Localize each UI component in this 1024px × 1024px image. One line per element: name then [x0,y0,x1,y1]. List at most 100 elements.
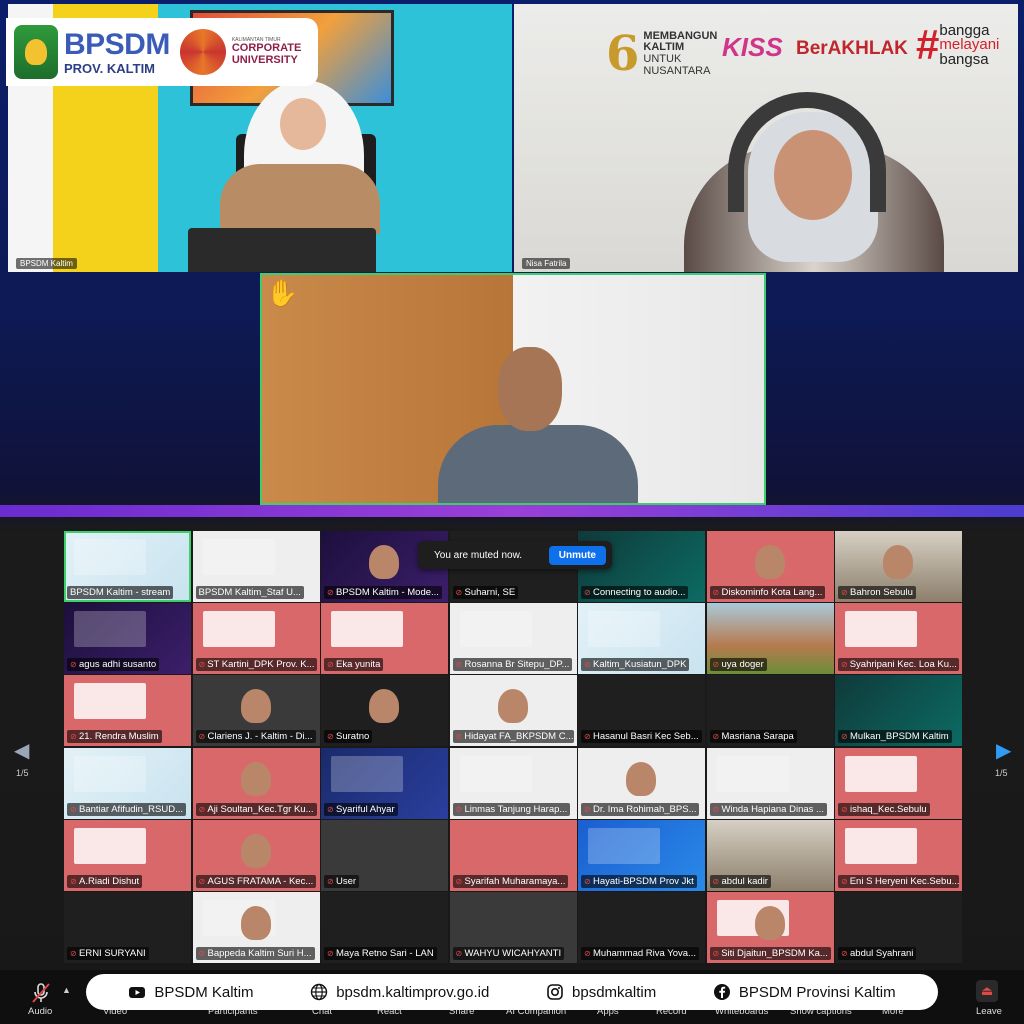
muted-mic-icon: ⊘ [712,804,720,814]
participant-name-label: ⊘ Bappeda Kaltim Suri H... [195,947,315,960]
participant-tile[interactable]: ⊘ ERNI SURYANI [64,892,191,963]
muted-mic-icon: ⊘ [198,949,206,958]
toolbar-leave[interactable]: Leave [976,1006,1002,1017]
toast-message: You are muted now. [434,549,523,561]
bangga-word-3: bangsa [939,50,989,68]
participant-name: Diskominfo Kota Lang... [721,587,823,598]
participant-tile[interactable]: ⊘ Clariens J. - Kaltim - Di... [192,675,320,747]
participant-name: Syariful Ahyar [336,803,395,815]
berakhlak-logo: BerAKHLAK [796,38,908,59]
participant-tile[interactable]: ⊘ 21. Rendra Muslim [64,675,191,747]
shared-slide-thumbnail [459,755,532,792]
participant-tile[interactable]: ⊘ AGUS FRATAMA - Kec... [192,819,320,891]
muted-mic-icon: ⊘ [198,660,206,670]
facebook-icon [713,984,730,1000]
participant-tile[interactable]: ⊘ agus adhi susanto [64,603,191,675]
corporate-university-icon [179,29,226,75]
participant-name: AGUS FRATAMA - Kec... [207,875,314,887]
participant-tile[interactable]: ⊘ Hayati-BPSDM Prov Jkt [578,819,705,891]
muted-mic-icon: ⊘ [841,732,848,742]
participant-tile[interactable]: ⊘ Dr. Ima Rohimah_BPS... [578,747,705,819]
participant-video-face [240,761,271,796]
participant-tile[interactable]: ⊘ Maya Retno Sari - LAN [321,892,448,963]
participant-tile[interactable]: ⊘ abdul kadir [706,819,834,891]
cu-line1: CORPORATE [231,42,302,55]
participant-name: Eni S Heryeni Kec.Sebu... [849,875,959,887]
participant-tile[interactable]: ⊘ Hasanul Basri Kec Seb... [578,675,705,747]
muted-microphone-icon[interactable] [30,982,52,1004]
participant-name: Hasanul Basri Kec Seb... [593,731,699,743]
participant-tile[interactable]: ⊘ Syariful Ahyar [321,747,448,819]
participant-tile[interactable]: ⊘ A.Riadi Dishut [64,819,191,891]
participant-tile[interactable]: ⊘ Siti Djaitun_BPSDM Ka... [706,892,834,963]
participant-tile[interactable]: ⊘ Rosanna Br Sitepu_DP... [449,603,577,675]
participant-name: Clariens J. - Kaltim - Di... [207,731,313,743]
participant-name: Dr. Ima Rohimah_BPS... [593,803,697,815]
sponsor-membangun-kaltim: 6 MEMBANGUN KALTIM UNTUK NUSANTARA [606,26,717,82]
participant-name: abdul kadir [721,875,768,887]
muted-mic-icon: ⊘ [841,876,848,886]
muted-mic-icon: ⊘ [455,732,463,742]
participant-tile[interactable]: ⊘ Muhammad Riva Yova... [578,892,705,963]
participant-name-label: ⊘ Aji Soultan_Kec.Tgr Ku... [195,802,317,816]
participant-name-label: ⊘ abdul kadir [709,874,771,888]
participant-tile[interactable]: ⊘ Masriana Sarapa [706,675,834,747]
muted-mic-icon: ⊘ [584,660,591,670]
participant-name-label: ⊘ Clariens J. - Kaltim - Di... [195,730,316,744]
muted-mic-icon: ⊘ [327,876,334,886]
participant-tile[interactable]: ⊘ Hidayat FA_BKPSDM C... [449,675,577,747]
participant-tile[interactable]: ⊘ Winda Hapiana Dinas ... [706,747,834,819]
participant-tile[interactable]: ⊘ uya doger [706,603,834,675]
participant-tile[interactable]: ⊘ Syarifah Muharamaya... [449,819,577,891]
muted-mic-icon: ⊘ [455,804,463,814]
participant-tile[interactable]: ⊘ Eni S Heryeni Kec.Sebu... [835,819,962,891]
sponsor-kiss: KISS [722,32,783,63]
muted-mic-icon: ⊘ [584,804,591,814]
next-page-icon[interactable]: ▶ [996,738,1011,763]
shared-slide-thumbnail [459,611,532,648]
participant-name-label: BPSDM Kaltim_Staf U... [195,586,304,599]
participant-tile[interactable]: ⊘ Mulkan_BPSDM Kaltim [835,675,962,747]
audio-options-chevron-icon[interactable]: ▲ [62,985,71,995]
participant-name: Aji Soultan_Kec.Tgr Ku... [207,803,314,815]
instagram-icon [547,984,563,1000]
instagram-handle: bpsdmkaltim [572,983,657,1001]
participant-tile[interactable]: ⊘ abdul Syahrani [835,892,962,963]
participant-tile[interactable]: ⊘ Aji Soultan_Kec.Tgr Ku... [192,747,320,819]
muted-mic-icon: ⊘ [455,949,463,958]
participant-tile[interactable]: ⊘ Eka yunita [321,603,448,675]
muted-mic-icon: ⊘ [70,804,77,814]
participant-tile[interactable]: ⊘ Linmas Tanjung Harap... [449,747,577,819]
participant-name-label: ⊘ uya doger [709,658,767,672]
youtube-icon [129,987,146,998]
participant-tile[interactable]: ⊘ ishaq_Kec.Sebulu [835,747,962,819]
social-facebook: BPSDM Provinsi Kaltim [713,983,896,1001]
speaker3-body [438,425,638,503]
participant-tile[interactable]: ⊘ Bappeda Kaltim Suri H... [192,892,320,963]
participant-tile[interactable]: BPSDM Kaltim_Staf U... [192,531,320,602]
leave-icon[interactable]: ⏏ [976,980,998,1002]
participant-tile[interactable]: BPSDM Kaltim - stream [64,531,191,602]
participant-tile[interactable]: ⊘ Kaltim_Kusiatun_DPK [578,603,705,675]
participant-tile[interactable]: ⊘ Diskominfo Kota Lang... [706,531,834,602]
participant-tile[interactable]: ⊘ Suratno [321,675,448,747]
social-web: bpsdm.kaltimprov.go.id [310,983,489,1001]
participant-tile[interactable]: ⊘ Bahron Sebulu [835,531,962,602]
kaltim-emblem-icon [14,25,58,79]
participant-tile[interactable]: ⊘ ST Kartini_DPK Prov. K... [192,603,320,675]
toolbar-audio[interactable]: Audio [28,1006,52,1017]
participant-name-label: ⊘ Muhammad Riva Yova... [581,947,699,960]
participant-tile[interactable]: ⊘ Bantiar Afifudin_RSUD... [64,747,191,819]
participant-name: Hayati-BPSDM Prov Jkt [593,875,694,887]
prev-page-icon[interactable]: ◀ [14,738,29,763]
participant-name: 21. Rendra Muslim [79,731,159,743]
participant-tile[interactable]: ⊘ User [321,819,448,891]
speaker-tile-active[interactable] [260,273,766,505]
shared-slide-thumbnail [74,827,146,864]
unmute-button[interactable]: Unmute [548,545,606,565]
participant-name-label: ⊘ Hasanul Basri Kec Seb... [581,730,702,744]
participant-tile[interactable]: ⊘ Syahripani Kec. Loa Ku... [835,603,962,675]
participant-tile[interactable]: ⊘ WAHYU WICAHYANTI [449,892,577,963]
participant-video-face [754,545,785,579]
shared-slide-thumbnail [845,827,917,864]
